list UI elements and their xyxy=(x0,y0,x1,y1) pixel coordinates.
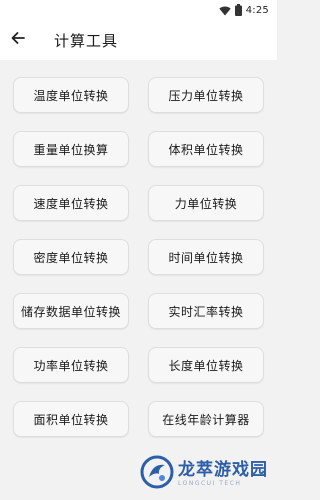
arrow-left-icon xyxy=(10,30,26,50)
battery-icon xyxy=(234,1,242,20)
density-converter-button[interactable]: 密度单位转换 xyxy=(13,239,129,275)
tool-list: 温度单位转换 压力单位转换 重量单位换算 体积单位转换 速度单位转换 力单位转换… xyxy=(0,60,277,500)
app-bar: 计算工具 xyxy=(0,20,277,60)
weight-converter-button[interactable]: 重量单位换算 xyxy=(13,131,129,167)
wifi-icon xyxy=(219,1,231,20)
power-converter-button[interactable]: 功率单位转换 xyxy=(13,347,129,383)
data-storage-converter-button[interactable]: 储存数据单位转换 xyxy=(13,293,129,329)
dragon-logo-icon xyxy=(140,455,174,493)
force-converter-button[interactable]: 力单位转换 xyxy=(148,185,264,221)
pressure-converter-button[interactable]: 压力单位转换 xyxy=(148,77,264,113)
status-bar: 4:25 xyxy=(0,0,277,20)
speed-converter-button[interactable]: 速度单位转换 xyxy=(13,185,129,221)
volume-converter-button[interactable]: 体积单位转换 xyxy=(148,131,264,167)
back-button[interactable] xyxy=(6,28,30,52)
exchange-rate-converter-button[interactable]: 实时汇率转换 xyxy=(148,293,264,329)
length-converter-button[interactable]: 长度单位转换 xyxy=(148,347,264,383)
page-title: 计算工具 xyxy=(54,32,119,50)
area-converter-button[interactable]: 面积单位转换 xyxy=(13,401,129,437)
status-time: 4:25 xyxy=(245,4,269,16)
watermark-subtitle: LONGCUI TECH xyxy=(178,480,242,487)
watermark-logo: 龙萃游戏园 LONGCUI TECH xyxy=(140,452,272,496)
temperature-converter-button[interactable]: 温度单位转换 xyxy=(13,77,129,113)
time-converter-button[interactable]: 时间单位转换 xyxy=(148,239,264,275)
status-icons: 4:25 xyxy=(219,3,269,17)
tool-grid: 温度单位转换 压力单位转换 重量单位换算 体积单位转换 速度单位转换 力单位转换… xyxy=(13,77,265,437)
age-calculator-button[interactable]: 在线年龄计算器 xyxy=(148,401,264,437)
watermark-title: 龙萃游戏园 xyxy=(178,460,268,480)
